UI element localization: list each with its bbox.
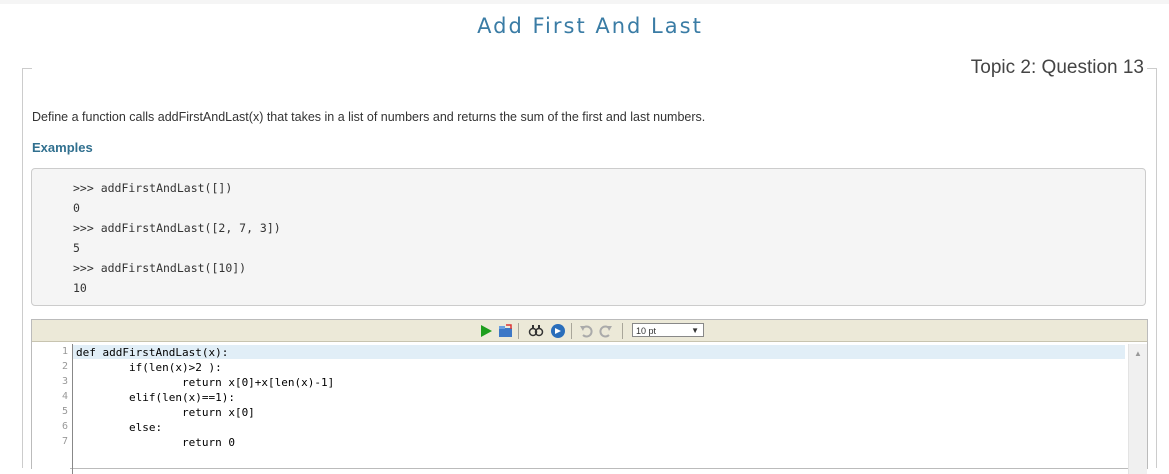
example-line: >>> addFirstAndLast([2, 7, 3])	[73, 221, 281, 235]
active-line-highlight	[73, 345, 1125, 359]
code-line[interactable]: return x[0]+x[len(x)-1]	[76, 375, 334, 390]
go-to-icon[interactable]	[550, 323, 566, 339]
gutter-border	[72, 344, 73, 474]
topic-label: Topic 2: Question 13	[968, 57, 1146, 79]
code-area[interactable]: 1 2 3 4 5 6 7 def addFirstAndLast(x): if…	[32, 344, 1147, 474]
top-strip	[0, 0, 1169, 4]
toolbar-separator	[518, 323, 519, 339]
font-size-select[interactable]: 10 pt ▼	[632, 323, 704, 337]
frame-left	[22, 68, 23, 468]
scroll-up-icon[interactable]: ▲	[1134, 349, 1142, 358]
code-line[interactable]: return x[0]	[76, 405, 255, 420]
code-line[interactable]: elif(len(x)==1):	[76, 390, 235, 405]
example-line: >>> addFirstAndLast([10])	[73, 261, 247, 275]
example-line: >>> addFirstAndLast([])	[73, 181, 233, 195]
example-line: 0	[73, 201, 80, 215]
examples-heading: Examples	[32, 140, 93, 155]
redo-icon[interactable]	[598, 323, 614, 339]
question-text: Define a function calls addFirstAndLast(…	[32, 110, 706, 124]
code-line[interactable]: if(len(x)>2 ):	[76, 360, 222, 375]
chevron-down-icon: ▼	[691, 326, 699, 335]
line-number: 3	[61, 376, 68, 387]
page-title: Add First And Last	[477, 14, 703, 38]
code-editor[interactable]: 10 pt ▼ 1 2 3 4 5 6 7 def addFirstAndLas…	[31, 319, 1148, 474]
line-number: 4	[61, 391, 68, 402]
examples-box: >>> addFirstAndLast([]) 0 >>> addFirstAn…	[31, 168, 1146, 306]
frame-top-left	[22, 68, 32, 69]
code-line[interactable]: return 0	[76, 435, 235, 450]
line-number: 5	[61, 406, 68, 417]
vertical-scrollbar[interactable]: ▲	[1128, 344, 1147, 474]
example-line: 5	[73, 241, 80, 255]
undo-icon[interactable]	[578, 323, 594, 339]
editor-toolbar: 10 pt ▼	[32, 320, 1147, 342]
code-line[interactable]: def addFirstAndLast(x):	[76, 345, 228, 360]
frame-right	[1156, 68, 1157, 468]
code-line[interactable]: else:	[76, 420, 162, 435]
toolbar-separator	[571, 323, 572, 339]
font-size-value: 10 pt	[636, 326, 657, 336]
open-file-icon[interactable]	[498, 323, 514, 339]
toolbar-separator	[622, 323, 623, 339]
line-number: 1	[61, 346, 68, 357]
line-number: 6	[61, 421, 68, 432]
line-number-gutter: 1 2 3 4 5 6 7	[32, 344, 70, 474]
line-number: 7	[61, 436, 68, 447]
line-number: 2	[61, 361, 68, 372]
search-replace-icon[interactable]	[528, 323, 544, 339]
run-icon[interactable]	[478, 323, 494, 339]
example-line: 10	[73, 281, 87, 295]
